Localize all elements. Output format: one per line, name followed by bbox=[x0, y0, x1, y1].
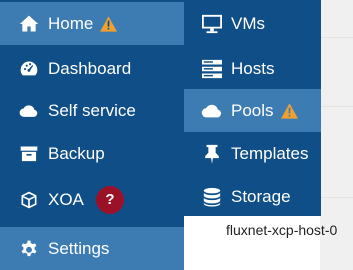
submenu-item-templates[interactable]: Templates bbox=[184, 132, 321, 175]
sidebar-item-label: Settings bbox=[48, 238, 110, 258]
thumbtack-icon bbox=[200, 143, 224, 165]
dashboard-icon bbox=[18, 58, 40, 80]
archive-icon bbox=[18, 143, 40, 165]
server-icon bbox=[200, 58, 224, 80]
row-divider bbox=[320, 106, 353, 107]
sidebar-item-xoa[interactable]: XOA ? bbox=[0, 178, 184, 221]
cloud-icon bbox=[18, 100, 40, 122]
sidebar-item-self-service[interactable]: Self service bbox=[0, 89, 184, 132]
sidebar-item-label: Dashboard bbox=[48, 58, 132, 78]
cloud-icon bbox=[200, 100, 224, 122]
submenu-item-vms[interactable]: VMs bbox=[184, 2, 321, 45]
sidebar-item-home[interactable]: Home bbox=[0, 2, 184, 45]
main-sidebar: Home Dashboard Self service Backup XOA ? bbox=[0, 0, 184, 270]
sidebar-item-backup[interactable]: Backup bbox=[0, 132, 184, 175]
submenu-item-storage[interactable]: Storage bbox=[184, 175, 321, 218]
sidebar-item-dashboard[interactable]: Dashboard bbox=[0, 47, 184, 90]
warning-icon bbox=[280, 102, 298, 119]
submenu-item-label: VMs bbox=[231, 13, 265, 33]
sidebar-item-label: XOA bbox=[48, 189, 84, 209]
submenu-item-hosts[interactable]: Hosts bbox=[184, 47, 321, 90]
gear-icon bbox=[18, 238, 40, 260]
help-badge[interactable]: ? bbox=[95, 185, 124, 214]
host-name-text: fluxnet-xcp-host-0 bbox=[226, 222, 338, 238]
row-divider bbox=[320, 37, 353, 38]
sidebar-item-label: Backup bbox=[48, 143, 105, 163]
row-divider bbox=[320, 197, 353, 198]
database-icon bbox=[200, 186, 224, 208]
sidebar-item-label: Home bbox=[48, 13, 94, 33]
submenu-item-label: Storage bbox=[231, 186, 291, 206]
submenu-item-label: Pools bbox=[231, 100, 274, 120]
submenu-item-label: Hosts bbox=[231, 58, 275, 78]
home-icon bbox=[18, 13, 40, 35]
sidebar-item-label: Self service bbox=[48, 100, 136, 120]
warning-icon bbox=[100, 15, 118, 32]
submenu-item-pools[interactable]: Pools bbox=[184, 89, 321, 132]
submenu-item-label: Templates bbox=[231, 143, 309, 163]
home-submenu: VMs Hosts Pools Templates Storage bbox=[184, 0, 321, 216]
cube-icon bbox=[18, 189, 40, 211]
sidebar-item-settings[interactable]: Settings bbox=[0, 227, 184, 270]
desktop-icon bbox=[200, 13, 224, 35]
